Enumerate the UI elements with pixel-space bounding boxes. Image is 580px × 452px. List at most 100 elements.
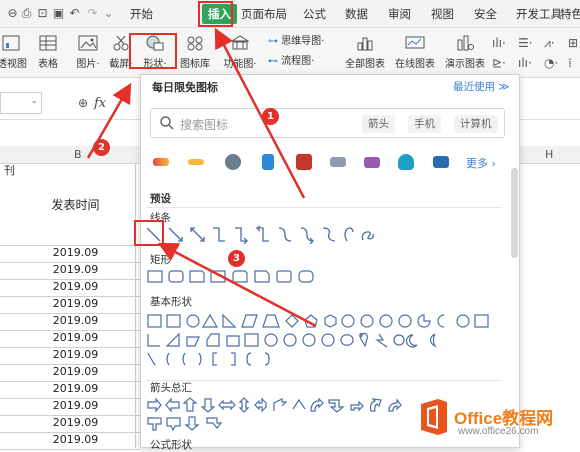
date-cell[interactable]: 2019.09 <box>18 280 133 293</box>
card-icon[interactable] <box>262 154 274 170</box>
tag-arrow[interactable]: 箭头 <box>362 115 395 133</box>
tab-security[interactable]: 安全 <box>474 5 497 23</box>
computer-icon[interactable] <box>433 156 449 168</box>
date-cell[interactable]: 2019.09 <box>18 331 133 344</box>
more-charts-icon[interactable]: ⊞ <box>568 36 578 50</box>
bar-chart-icon <box>357 37 373 51</box>
tab-developer[interactable]: 开发工具 <box>516 5 562 23</box>
name-box[interactable]: ⌄ <box>0 92 42 114</box>
function-chart-icon <box>230 35 250 50</box>
date-cell[interactable]: 2019.09 <box>18 348 133 361</box>
table-row: 2019.09 <box>0 433 140 450</box>
function-chart-button[interactable]: 功能图· <box>218 34 262 70</box>
online-chart-icon <box>405 36 425 49</box>
section-formula: 公式形状 <box>150 439 192 451</box>
tag-phone[interactable]: 手机 <box>408 115 441 133</box>
date-cell[interactable]: 2019.09 <box>18 263 133 276</box>
year-2020-icon[interactable] <box>153 158 169 166</box>
line-shape-highlight <box>134 220 164 246</box>
column-header-h[interactable]: H <box>545 148 553 161</box>
monitor-icon[interactable] <box>330 157 346 167</box>
table-icon <box>39 35 57 51</box>
table-row: 2019.09 <box>0 399 140 416</box>
mind-map-icon: ⊶ <box>268 36 282 47</box>
table-row: 2019.09 <box>0 246 140 263</box>
line-chart-icon[interactable]: ⩘· <box>544 36 555 51</box>
tab-review[interactable]: 审阅 <box>388 5 411 23</box>
tab-formula[interactable]: 公式 <box>303 5 326 23</box>
more-icons-link[interactable]: 更多 › <box>466 155 496 171</box>
demo-chart-icon <box>457 35 474 51</box>
picture-button[interactable]: 图片· <box>71 34 105 70</box>
flowchart-icon: ⊷ <box>268 56 282 67</box>
couple-icon[interactable] <box>296 154 312 170</box>
rect-shape-row[interactable] <box>147 268 327 286</box>
lines-shape-row[interactable] <box>147 226 387 244</box>
table-row: 2019.09 <box>0 382 140 399</box>
column-chart-icon[interactable]: ılı· <box>492 36 506 50</box>
lantern-icon[interactable] <box>225 154 241 170</box>
tag-computer[interactable]: 计算机 <box>454 115 498 133</box>
table-button[interactable]: 表格 <box>35 34 61 70</box>
date-cell[interactable]: 2019.09 <box>18 365 133 378</box>
date-cell[interactable]: 2019.09 <box>18 246 133 259</box>
date-cell[interactable]: 2019.09 <box>18 399 133 412</box>
mind-map-button[interactable]: ⊶ 思维导图· <box>268 34 324 50</box>
icon-library-icon <box>187 36 203 51</box>
date-cell[interactable]: 2019.09 <box>18 314 133 327</box>
step-badge-1: 1 <box>262 108 279 125</box>
save-icon[interactable]: ⊖ <box>6 7 19 20</box>
year-2020-red-icon[interactable] <box>188 159 204 165</box>
flowchart-button[interactable]: ⊷ 流程图· <box>268 54 314 70</box>
date-cell[interactable]: 2019.09 <box>18 297 133 310</box>
icon-library-button[interactable]: 图标库 <box>176 34 214 70</box>
fx-label[interactable]: fx <box>94 96 106 111</box>
scatter-chart-icon[interactable]: ⁞ <box>568 56 572 70</box>
table-row: 2019.09 <box>0 263 140 280</box>
step-badge-2: 2 <box>93 139 110 156</box>
column-header-b[interactable]: B <box>74 148 82 161</box>
preview-icon[interactable]: ⊡ <box>36 7 49 20</box>
table-row: 2019.09 <box>0 280 140 297</box>
tab-start[interactable]: 开始 <box>130 5 153 23</box>
picture-icon <box>78 35 98 51</box>
undo-icon[interactable]: ↶ <box>68 7 81 20</box>
demo-charts-button[interactable]: 演示图表 <box>442 34 488 70</box>
panel-scrollbar[interactable] <box>511 168 518 258</box>
tab-view[interactable]: 视图 <box>431 5 454 23</box>
chevron-down-icon[interactable]: ⌄ <box>30 96 38 106</box>
redo-icon[interactable]: ↷ <box>86 7 99 20</box>
arrow-shape-grid[interactable] <box>147 397 437 431</box>
header-cell[interactable]: 发表时间 <box>18 196 133 213</box>
pie-chart-icon[interactable]: ◔· <box>544 56 558 70</box>
tab-page-layout[interactable]: 页面布局 <box>241 5 287 23</box>
tab-data[interactable]: 数据 <box>345 5 368 23</box>
book-icon[interactable] <box>364 157 380 168</box>
basic-shape-grid[interactable] <box>147 313 497 367</box>
area-chart-icon[interactable]: ⊵· <box>492 56 506 70</box>
online-charts-button[interactable]: 在线图表 <box>392 34 438 70</box>
print-preview-icon[interactable]: ▣ <box>52 7 65 20</box>
table-row: 2019.09 <box>0 348 140 365</box>
recent-used-link[interactable]: 最近使用 ≫ <box>453 79 509 94</box>
pivot-chart-icon <box>2 35 20 51</box>
pivot-chart-button[interactable]: 透视图 <box>0 34 30 70</box>
divider <box>146 207 502 208</box>
zoom-icon[interactable]: ⊕ <box>78 96 88 110</box>
search-icon <box>160 116 174 130</box>
chevron-down-icon[interactable]: ⌄ <box>102 7 115 20</box>
print-icon[interactable]: ⎙ <box>20 7 33 20</box>
cloud-icon[interactable] <box>398 154 414 170</box>
bar-chart-h-icon[interactable]: ☰· <box>518 36 533 50</box>
date-cell[interactable]: 2019.09 <box>18 416 133 429</box>
date-cell[interactable]: 2019.09 <box>18 433 133 446</box>
table-row: 2019.09 <box>0 365 140 382</box>
date-cell[interactable]: 2019.09 <box>18 382 133 395</box>
stock-chart-icon[interactable]: ılı· <box>518 56 532 70</box>
divider <box>146 380 502 381</box>
table-row: 2019.09 <box>0 416 140 433</box>
step-badge-3: 3 <box>228 250 245 267</box>
section-rect: 矩形 <box>150 254 171 266</box>
all-charts-button[interactable]: 全部图表 <box>342 34 388 70</box>
tab-features[interactable]: 特色 <box>560 5 580 23</box>
